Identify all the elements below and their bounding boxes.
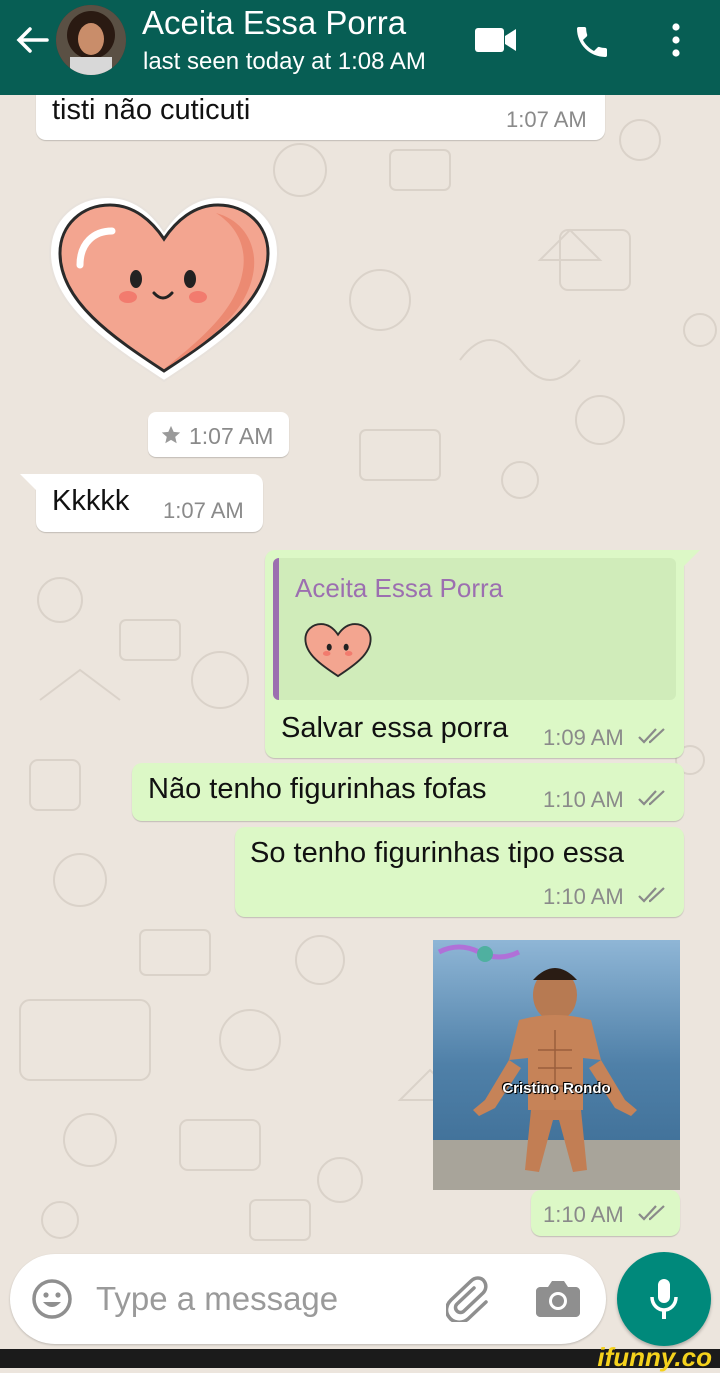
bubble-tail	[682, 550, 700, 568]
message-text: So tenho figurinhas tipo essa	[250, 837, 625, 869]
double-check-icon	[638, 728, 665, 744]
message-input[interactable]: Type a message	[96, 1280, 338, 1318]
chat-header: Aceita Essa Porra last seen today at 1:0…	[0, 0, 720, 95]
quoted-heart-sticker-thumbnail	[304, 623, 372, 678]
message-time: 1:09 AM	[543, 725, 624, 750]
sticker-time-pill: 1:07 AM	[148, 412, 289, 457]
more-vert-icon[interactable]	[668, 22, 684, 58]
contact-name[interactable]: Aceita Essa Porra	[142, 4, 406, 42]
message-time: 1:07 AM	[189, 423, 274, 449]
outgoing-message[interactable]: Não tenho figurinhas fofas 1:10 AM	[132, 763, 684, 821]
message-time: 1:07 AM	[163, 498, 244, 523]
message-text: Não tenho figurinhas fofas	[148, 773, 487, 805]
mic-button[interactable]	[617, 1252, 711, 1346]
message-composer[interactable]: Type a message	[10, 1254, 606, 1344]
back-arrow-icon[interactable]	[14, 22, 50, 58]
avatar[interactable]	[56, 5, 126, 75]
message-time: 1:07 AM	[506, 107, 587, 132]
outgoing-message[interactable]: So tenho figurinhas tipo essa 1:10 AM	[235, 827, 684, 917]
watermark: ifunny.co	[597, 1342, 712, 1372]
camera-icon[interactable]	[536, 1279, 580, 1317]
heart-sticker[interactable]	[46, 193, 282, 389]
double-check-icon	[638, 1205, 665, 1221]
bubble-tail	[20, 474, 38, 492]
phone-icon[interactable]	[572, 22, 612, 62]
incoming-message[interactable]: Kkkkk 1:07 AM	[36, 474, 263, 532]
sticker-caption: Cristino Rondo	[502, 1080, 611, 1097]
outgoing-message[interactable]: Aceita Essa Porra Salvar essa porra 1:09…	[265, 550, 684, 758]
sticker-time-pill: 1:10 AM	[531, 1190, 680, 1236]
quoted-message[interactable]: Aceita Essa Porra	[273, 558, 676, 700]
message-time: 1:10 AM	[543, 1202, 624, 1227]
message-text: Kkkkk	[52, 485, 130, 517]
message-text: Salvar essa porra	[281, 712, 509, 744]
paperclip-icon[interactable]	[446, 1276, 494, 1322]
message-time: 1:10 AM	[543, 787, 624, 812]
message-text: tisti não cuticuti	[52, 94, 251, 126]
meme-sticker[interactable]: Cristino Rondo	[433, 940, 680, 1190]
video-call-icon[interactable]	[474, 26, 518, 54]
star-icon	[161, 425, 181, 444]
double-check-icon	[638, 887, 665, 903]
mic-icon	[650, 1279, 678, 1319]
message-time: 1:10 AM	[543, 884, 624, 909]
last-seen-status: last seen today at 1:08 AM	[143, 48, 426, 75]
quoted-author: Aceita Essa Porra	[295, 573, 504, 603]
double-check-icon	[638, 790, 665, 806]
emoji-icon[interactable]	[31, 1278, 73, 1320]
